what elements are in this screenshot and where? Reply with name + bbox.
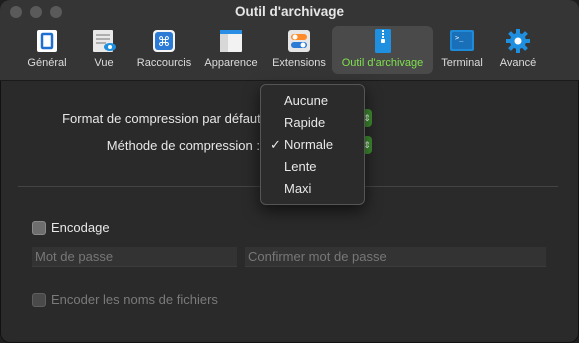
encoding-checkbox[interactable] [32,221,46,235]
shortcuts-icon: ⌘ [153,30,175,52]
appearance-icon [220,30,242,52]
title-bar: Outil d'archivage Général Vue ⌘ Raccourc… [0,0,579,81]
menu-item-aucune[interactable]: Aucune [261,90,364,112]
menu-item-maxi[interactable]: Maxi [261,178,364,200]
menu-item-lente[interactable]: Lente [261,156,364,178]
tab-view[interactable]: Vue [76,26,132,74]
confirm-password-field[interactable]: Confirmer mot de passe [245,247,546,267]
tab-extensions[interactable]: Extensions [266,26,332,74]
tab-shortcuts[interactable]: ⌘ Raccourcis [132,26,196,74]
compression-method-menu: Aucune Rapide ✓ Normale Lente Maxi [260,84,365,205]
preferences-toolbar: Général Vue ⌘ Raccourcis Apparence Exten… [18,26,545,74]
svg-text:>_: >_ [455,34,464,42]
method-label: Méthode de compression : [106,138,260,153]
menu-item-normale[interactable]: ✓ Normale [261,134,364,156]
view-icon [93,30,116,52]
archive-icon [374,29,391,53]
tab-general[interactable]: Général [18,26,76,74]
checkmark-icon: ✓ [270,137,281,152]
gear-icon [506,29,530,53]
tab-appearance[interactable]: Apparence [196,26,266,74]
window-title: Outil d'archivage [235,4,344,19]
tab-archive-tool[interactable]: Outil d'archivage [332,26,433,74]
tab-advanced[interactable]: Avancé [491,26,545,74]
encode-names-label: Encoder les noms de fichiers [51,292,218,307]
password-field[interactable]: Mot de passe [32,247,237,267]
menu-item-rapide[interactable]: Rapide [261,112,364,134]
preferences-window: Outil d'archivage Général Vue ⌘ Raccourc… [0,0,579,343]
encode-names-checkbox[interactable] [32,293,46,307]
tab-terminal[interactable]: >_ Terminal [433,26,491,74]
terminal-icon: >_ [450,30,474,51]
encoding-label: Encodage [51,220,110,235]
extensions-icon [288,30,310,52]
svg-text:⌘: ⌘ [158,35,171,50]
general-icon [37,30,57,52]
format-label: Format de compression par défaut : [62,111,268,126]
